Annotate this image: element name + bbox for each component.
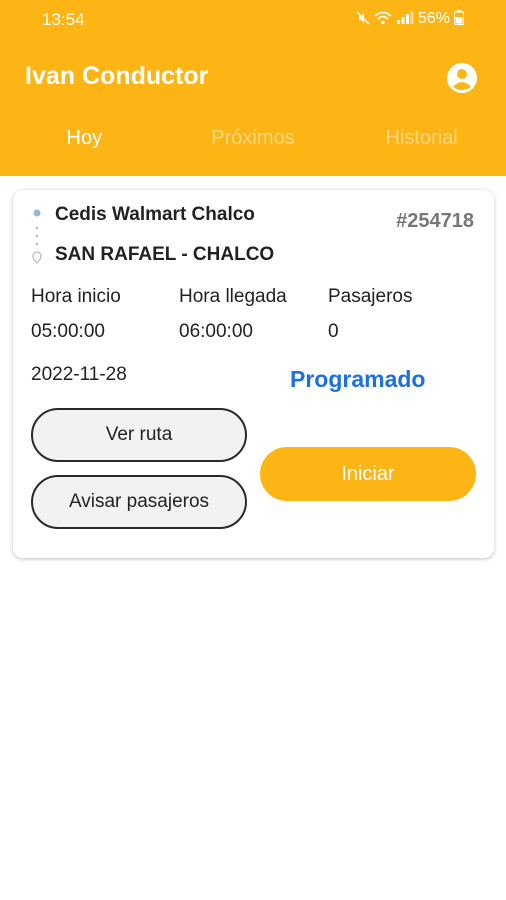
origin-dot-icon — [33, 209, 41, 217]
start-time-value: 05:00:00 — [31, 321, 105, 342]
trip-status: Programado — [290, 366, 426, 392]
wifi-icon — [374, 11, 392, 28]
app-bar: 13:54 56% Ivan Conductor Hoy Próximos Hi… — [0, 0, 506, 176]
passengers-label: Pasajeros — [328, 286, 413, 307]
battery-percent: 56% — [417, 10, 450, 27]
passengers-value: 0 — [328, 321, 339, 342]
app-title: Ivan Conductor — [25, 62, 209, 90]
trip-id: #254718 — [396, 210, 474, 232]
tab-proximos[interactable]: Próximos — [169, 118, 338, 162]
tab-bar: Hoy Próximos Historial — [0, 118, 506, 162]
trip-card: Cedis Walmart Chalco SAN RAFAEL - CHALCO… — [13, 190, 494, 558]
mute-icon — [356, 10, 370, 28]
view-route-button[interactable]: Ver ruta — [31, 408, 247, 462]
start-time-label: Hora inicio — [31, 286, 121, 307]
account-circle-icon[interactable] — [446, 62, 478, 94]
notify-passengers-button[interactable]: Avisar pasajeros — [31, 475, 247, 529]
arrival-time-label: Hora llegada — [179, 286, 287, 307]
status-bar: 13:54 56% — [0, 0, 506, 40]
trip-origin: Cedis Walmart Chalco — [55, 204, 255, 225]
destination-pin-icon — [32, 251, 42, 264]
trip-date: 2022-11-28 — [31, 364, 127, 385]
status-time: 13:54 — [42, 10, 85, 29]
tab-hoy[interactable]: Hoy — [0, 118, 169, 162]
start-trip-button[interactable]: Iniciar — [260, 447, 476, 501]
signal-icon — [396, 10, 414, 28]
arrival-time-value: 06:00:00 — [179, 321, 253, 342]
status-icons: 56% — [356, 10, 464, 28]
battery-icon — [454, 10, 464, 28]
trip-destination: SAN RAFAEL - CHALCO — [55, 244, 275, 265]
tab-historial[interactable]: Historial — [337, 118, 506, 162]
route-indicator — [31, 208, 43, 270]
